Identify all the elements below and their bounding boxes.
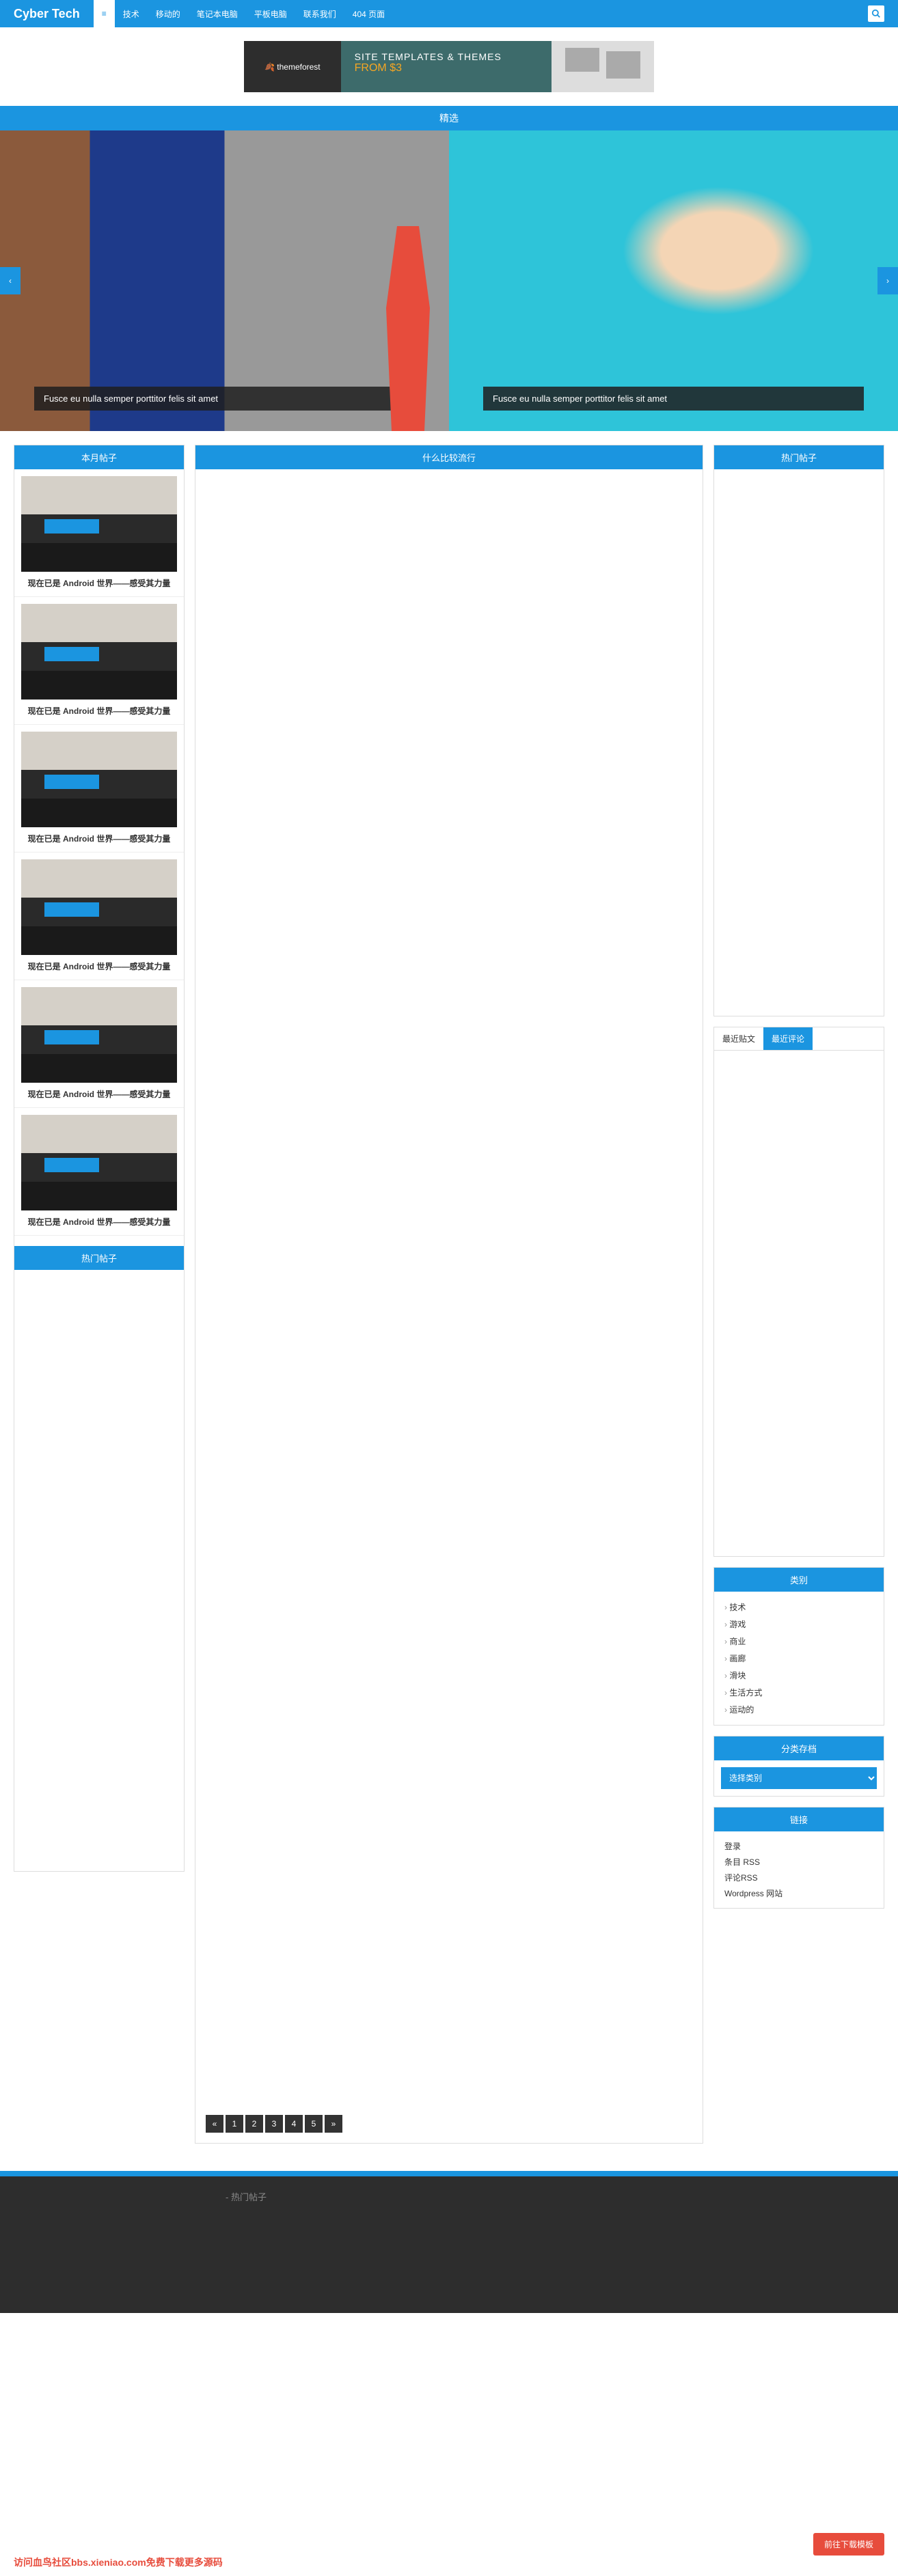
tab-recent-comments[interactable]: 最近评论 xyxy=(763,1027,813,1050)
archive-title: 分类存档 xyxy=(714,1736,884,1760)
categories-widget: 类别 技术游戏商业画廊滑块生活方式运动的 xyxy=(713,1567,884,1726)
nav-tablet[interactable]: 平板电脑 xyxy=(246,0,295,27)
category-item[interactable]: 画廊 xyxy=(724,1650,873,1667)
post-item[interactable]: 现在已是 Android 世界——感受其力量 xyxy=(14,980,184,1108)
page-btn[interactable]: 3 xyxy=(265,2115,283,2133)
nav-contact[interactable]: 联系我们 xyxy=(295,0,344,27)
popular-title: 什么比较流行 xyxy=(195,445,703,469)
tab-recent-posts[interactable]: 最近贴文 xyxy=(714,1027,763,1050)
post-thumb xyxy=(21,859,177,955)
slide-2[interactable]: Fusce eu nulla semper porttitor felis si… xyxy=(449,130,898,431)
watermark-text: 访问血鸟社区bbs.xieniao.com免费下载更多源码 xyxy=(14,2556,223,2569)
link-item[interactable]: Wordpress 网站 xyxy=(724,1885,873,1901)
post-title: 现在已是 Android 世界——感受其力量 xyxy=(21,1088,177,1100)
main-container: 本月帖子 现在已是 Android 世界——感受其力量现在已是 Android … xyxy=(0,445,898,2144)
link-item[interactable]: 条目 RSS xyxy=(724,1854,873,1870)
nav-home[interactable]: ≡ xyxy=(94,0,115,27)
right-sidebar: 热门帖子 最近贴文 最近评论 类别 技术游戏商业画廊滑块生活方式运动的 分类存档… xyxy=(713,445,884,1919)
post-title: 现在已是 Android 世界——感受其力量 xyxy=(21,833,177,845)
banner-line2: FROM $3 xyxy=(355,62,538,74)
tabs-header: 最近贴文 最近评论 xyxy=(714,1027,884,1051)
main-content: «12345» xyxy=(195,469,703,2143)
archive-select[interactable]: 选择类别 xyxy=(721,1767,877,1789)
banner-logo: 🍂 themeforest xyxy=(244,41,341,92)
right-ad-space xyxy=(714,469,884,1016)
post-title: 现在已是 Android 世界——感受其力量 xyxy=(21,1216,177,1228)
page-btn[interactable]: 1 xyxy=(226,2115,243,2133)
nav-404[interactable]: 404 页面 xyxy=(344,0,393,27)
page-btn[interactable]: 5 xyxy=(305,2115,323,2133)
post-item[interactable]: 现在已是 Android 世界——感受其力量 xyxy=(14,1108,184,1236)
category-item[interactable]: 游戏 xyxy=(724,1616,873,1633)
post-item[interactable]: 现在已是 Android 世界——感受其力量 xyxy=(14,469,184,597)
categories-list: 技术游戏商业画廊滑块生活方式运动的 xyxy=(714,1592,884,1725)
page-btn[interactable]: » xyxy=(325,2115,342,2133)
pagination: «12345» xyxy=(206,2115,342,2133)
banner-line1: SITE TEMPLATES & THEMES xyxy=(355,51,538,62)
category-item[interactable]: 运动的 xyxy=(724,1701,873,1718)
footer: - 热门帖子 xyxy=(0,2176,898,2313)
main-column: 什么比较流行 «12345» xyxy=(195,445,703,2144)
post-title: 现在已是 Android 世界——感受其力量 xyxy=(21,705,177,717)
nav-mobile[interactable]: 移动的 xyxy=(148,0,189,27)
categories-title: 类别 xyxy=(714,1568,884,1592)
right-hot-widget: 热门帖子 xyxy=(713,445,884,1016)
nav-tech[interactable]: 技术 xyxy=(115,0,148,27)
left-hot-content xyxy=(14,1270,184,1871)
left-sidebar: 本月帖子 现在已是 Android 世界——感受其力量现在已是 Android … xyxy=(14,445,185,1872)
links-widget: 链接 登录条目 RSS评论RSSWordpress 网站 xyxy=(713,1807,884,1909)
archive-widget: 分类存档 选择类别 xyxy=(713,1736,884,1797)
post-thumb xyxy=(21,732,177,827)
post-thumb xyxy=(21,1115,177,1210)
footer-divider xyxy=(0,2171,898,2176)
link-item[interactable]: 登录 xyxy=(724,1838,873,1854)
category-item[interactable]: 滑块 xyxy=(724,1667,873,1684)
navbar: Cyber Tech ≡ 技术 移动的 笔记本电脑 平板电脑 联系我们 404 … xyxy=(0,0,898,27)
page-btn[interactable]: 2 xyxy=(245,2115,263,2133)
links-title: 链接 xyxy=(714,1808,884,1831)
page-btn[interactable]: 4 xyxy=(285,2115,303,2133)
post-item[interactable]: 现在已是 Android 世界——感受其力量 xyxy=(14,725,184,853)
links-list: 登录条目 RSS评论RSSWordpress 网站 xyxy=(714,1831,884,1908)
download-button[interactable]: 前往下载模板 xyxy=(813,2533,884,2556)
post-item[interactable]: 现在已是 Android 世界——感受其力量 xyxy=(14,597,184,725)
banner-text: SITE TEMPLATES & THEMES FROM $3 xyxy=(341,41,552,92)
link-item[interactable]: 评论RSS xyxy=(724,1870,873,1885)
post-title: 现在已是 Android 世界——感受其力量 xyxy=(21,577,177,590)
category-item[interactable]: 生活方式 xyxy=(724,1684,873,1701)
slider-prev[interactable]: ‹ xyxy=(0,267,21,294)
category-item[interactable]: 技术 xyxy=(724,1598,873,1616)
post-title: 现在已是 Android 世界——感受其力量 xyxy=(21,960,177,973)
monthly-posts-title: 本月帖子 xyxy=(14,445,184,469)
post-thumb xyxy=(21,476,177,572)
nav-laptop[interactable]: 笔记本电脑 xyxy=(189,0,246,27)
search-icon xyxy=(871,9,881,18)
post-thumb xyxy=(21,604,177,700)
right-hot-title: 热门帖子 xyxy=(714,445,884,469)
brand-logo[interactable]: Cyber Tech xyxy=(14,7,80,21)
slide-2-caption: Fusce eu nulla semper porttitor felis si… xyxy=(483,387,864,411)
post-thumb xyxy=(21,987,177,1083)
tab-content xyxy=(714,1051,884,1556)
featured-header: 精选 xyxy=(0,106,898,130)
category-item[interactable]: 商业 xyxy=(724,1633,873,1650)
page-btn[interactable]: « xyxy=(206,2115,223,2133)
search-button[interactable] xyxy=(868,5,884,22)
slide-1[interactable]: Fusce eu nulla semper porttitor felis si… xyxy=(0,130,449,431)
footer-hot-title: - 热门帖子 xyxy=(178,2190,314,2203)
slide-1-caption: Fusce eu nulla semper porttitor felis si… xyxy=(34,387,415,411)
tabs-widget: 最近贴文 最近评论 xyxy=(713,1027,884,1557)
banner-image xyxy=(552,41,654,92)
slider-next[interactable]: › xyxy=(877,267,898,294)
banner-ad[interactable]: 🍂 themeforest SITE TEMPLATES & THEMES FR… xyxy=(244,41,654,92)
left-hot-title: 热门帖子 xyxy=(14,1246,184,1270)
post-item[interactable]: 现在已是 Android 世界——感受其力量 xyxy=(14,853,184,980)
slider: ‹ Fusce eu nulla semper porttitor felis … xyxy=(0,130,898,431)
